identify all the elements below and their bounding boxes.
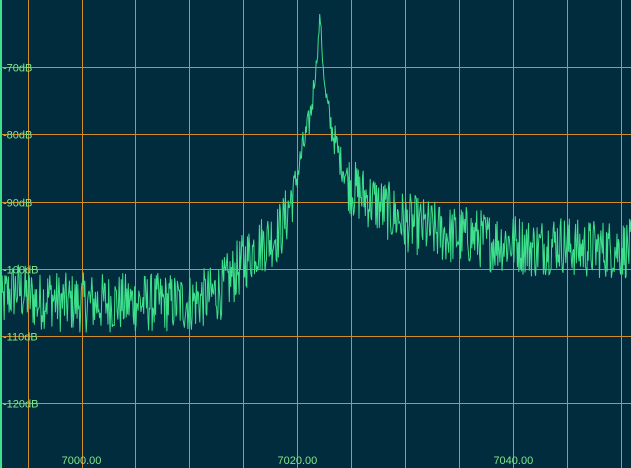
y-tick-label: -120dB (3, 399, 38, 411)
x-tick-label: 7040.00 (493, 455, 533, 467)
y-tick-label: -110dB (3, 332, 38, 344)
y-tick-label: -100dB (3, 265, 38, 277)
x-tick-label: 7000.00 (62, 455, 102, 467)
y-tick-label: -80dB (3, 130, 32, 142)
x-tick-label: 7020.00 (278, 455, 318, 467)
spectrum-plot: -70dB -80dB -90dB -100dB -110dB -120dB 7000.0… (0, 0, 631, 468)
y-tick-label: -90dB (3, 198, 32, 210)
y-tick-label: -70dB (3, 63, 32, 75)
